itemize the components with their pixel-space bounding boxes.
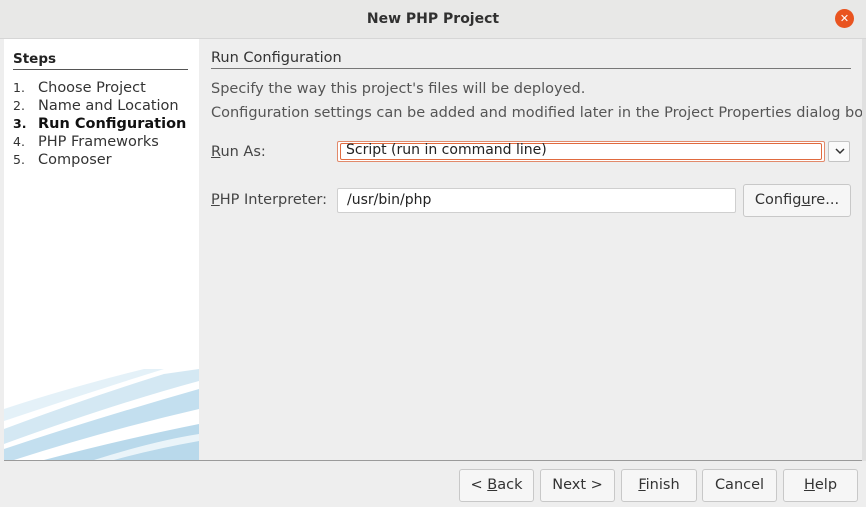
help-label-mnemonic: H [803, 477, 815, 493]
step-item-current: 3. Run Configuration [13, 115, 198, 133]
step-item: 4. PHP Frameworks [13, 133, 198, 151]
close-icon: ✕ [839, 12, 850, 25]
finish-button[interactable]: Finish [621, 469, 697, 502]
step-number: 4. [13, 134, 25, 149]
window-title: New PHP Project [366, 11, 500, 27]
step-item: 1. Choose Project [13, 79, 198, 97]
run-as-label: Run As: [211, 144, 266, 160]
finish-label-post: inish [645, 477, 680, 493]
back-label-mnemonic: B [487, 477, 498, 493]
step-item: 5. Composer [13, 151, 198, 169]
php-interpreter-input[interactable]: /usr/bin/php [337, 188, 736, 213]
steps-list: 1. Choose Project 2. Name and Location 3. R… [13, 79, 198, 169]
help-button[interactable]: Help [783, 469, 858, 502]
step-number: 5. [13, 152, 25, 167]
step-item: 2. Name and Location [13, 97, 198, 115]
configure-label-post: re... [810, 192, 840, 208]
title-bar: New PHP Project ✕ [0, 0, 866, 39]
panel-title: Run Configuration [211, 50, 342, 66]
php-interpreter-value: /usr/bin/php [347, 192, 432, 208]
run-as-label-text: un As: [220, 144, 266, 160]
steps-heading: Steps [13, 51, 57, 67]
panel-title-divider [211, 68, 851, 69]
new-php-project-dialog: New PHP Project ✕ Steps 1. Choose Project… [0, 0, 866, 507]
step-label: PHP Frameworks [38, 134, 159, 150]
decorative-swoosh-graphic [4, 369, 199, 460]
run-as-selected-value: Script (run in command line) [346, 142, 547, 158]
php-interpreter-label: PHP Interpreter: [211, 192, 327, 208]
step-label: Choose Project [38, 80, 146, 96]
run-configuration-panel: Run Configuration Specify the way this p… [199, 39, 866, 460]
next-button[interactable]: Next > [540, 469, 615, 502]
description-line-2: Configuration settings can be added and … [211, 105, 866, 121]
configure-button[interactable]: Configure... [743, 184, 851, 217]
run-as-dropdown-button[interactable] [828, 141, 850, 162]
configure-label-mnemonic: u [801, 192, 811, 208]
chevron-down-icon [835, 148, 845, 155]
steps-panel: Steps 1. Choose Project 2. Name and Locati… [4, 39, 199, 460]
run-as-dropdown[interactable]: Script (run in command line) [337, 141, 825, 162]
button-bar: < Back Next > Finish Cancel Help [0, 461, 866, 507]
description-line-1: Specify the way this project's files wil… [211, 81, 586, 97]
cancel-label: Cancel [714, 477, 765, 493]
step-number: 1. [13, 80, 25, 95]
window-edge [862, 39, 866, 507]
step-label: Run Configuration [38, 116, 187, 132]
help-label-post: elp [814, 477, 838, 493]
finish-label-mnemonic: F [638, 477, 646, 493]
close-button[interactable]: ✕ [835, 9, 854, 28]
step-number: 2. [13, 98, 25, 113]
step-label: Name and Location [38, 98, 179, 114]
back-button[interactable]: < Back [459, 469, 534, 502]
php-interpreter-label-mnemonic: P [211, 192, 220, 208]
next-label: Next > [552, 477, 603, 493]
cancel-button[interactable]: Cancel [702, 469, 777, 502]
configure-label-pre: Config [754, 192, 802, 208]
php-interpreter-label-text: HP Interpreter: [219, 192, 328, 208]
back-label-post: ack [497, 477, 523, 493]
step-number: 3. [13, 116, 27, 131]
steps-divider [13, 69, 188, 70]
back-label-pre: < [470, 477, 488, 493]
step-label: Composer [38, 152, 112, 168]
